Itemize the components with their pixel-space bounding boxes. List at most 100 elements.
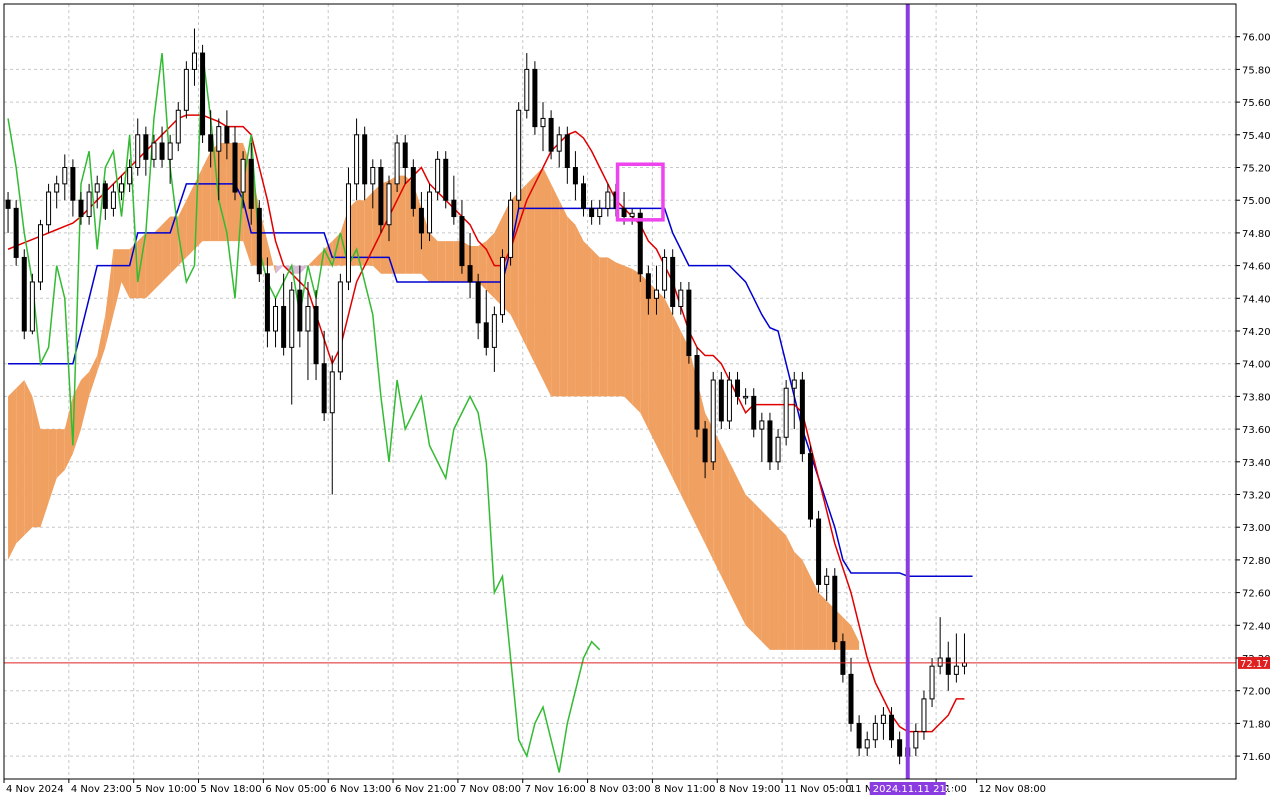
candle[interactable] xyxy=(200,44,206,143)
candle-body-bull xyxy=(872,722,878,741)
candle-body-bear xyxy=(483,322,489,348)
candle-body-bear xyxy=(13,207,19,258)
candle-body-bull xyxy=(175,109,181,144)
candle[interactable] xyxy=(726,371,732,430)
candle-body-bull xyxy=(540,117,546,128)
candle[interactable] xyxy=(508,192,514,266)
x-tick-label: 8 Nov 19:00 xyxy=(719,784,780,795)
candle-body-bull xyxy=(337,281,343,373)
candle[interactable] xyxy=(427,183,433,242)
candle[interactable] xyxy=(686,281,692,364)
y-tick-label: 74.00 xyxy=(1242,360,1271,371)
candle[interactable] xyxy=(394,134,400,193)
candle[interactable] xyxy=(378,159,384,233)
candle-body-bull xyxy=(94,183,100,193)
candle[interactable] xyxy=(799,371,805,462)
candle-body-bull xyxy=(775,436,781,463)
cloud-segment-bull xyxy=(153,224,163,291)
current-price-label: 72.17 xyxy=(1240,659,1269,670)
candle-body-bear xyxy=(281,305,287,348)
candle-body-bear xyxy=(297,289,303,332)
candle[interactable] xyxy=(832,568,838,650)
y-tick-label: 72.60 xyxy=(1242,589,1271,600)
candle-body-bear xyxy=(767,420,773,463)
y-tick-label: 71.80 xyxy=(1242,719,1271,730)
cloud-segment-bull xyxy=(624,265,633,405)
candle-body-bull xyxy=(629,212,635,218)
candle[interactable] xyxy=(183,61,189,119)
candle-body-bear xyxy=(143,134,149,160)
candle-body-bull xyxy=(29,281,35,332)
candle-body-bull xyxy=(167,142,173,160)
candle-body-bear xyxy=(816,518,822,585)
candle-body-bear xyxy=(807,453,813,520)
candle-body-bull xyxy=(54,183,60,193)
candle-body-bear xyxy=(735,379,741,397)
y-tick-label: 73.20 xyxy=(1242,491,1271,502)
candle-body-bull xyxy=(516,109,522,201)
x-tick-label: 4 Nov 23:00 xyxy=(71,784,132,795)
candle-body-bull xyxy=(427,191,433,234)
x-tick-label: 6 Nov 13:00 xyxy=(330,784,391,795)
candle[interactable] xyxy=(532,61,538,135)
x-tick-label: 4 Nov 2024 xyxy=(6,784,64,795)
candle-body-bull xyxy=(508,199,514,258)
y-tick-label: 74.20 xyxy=(1242,327,1271,338)
candle-body-bear xyxy=(224,126,230,144)
cloud-segment-bull xyxy=(753,502,762,642)
candle[interactable] xyxy=(694,347,700,438)
candle[interactable] xyxy=(670,249,676,315)
candle-body-bull xyxy=(864,739,870,749)
candle-body-bear xyxy=(621,207,627,218)
cloud-segment-bull xyxy=(729,461,738,609)
candle-body-bull xyxy=(743,395,749,399)
cloud-segment-bull xyxy=(745,494,754,634)
candle-body-bull xyxy=(556,134,562,152)
candle-body-bull xyxy=(491,314,497,348)
candle[interactable] xyxy=(710,371,716,470)
candle-body-bear xyxy=(848,673,854,724)
candle[interactable] xyxy=(783,380,789,446)
x-tick-label: 7 Nov 16:00 xyxy=(525,784,586,795)
candle[interactable] xyxy=(443,151,449,209)
cloud-segment-bull xyxy=(534,167,543,381)
candle[interactable] xyxy=(337,273,343,381)
candle-body-bear xyxy=(840,641,846,675)
cloud-segment-bull xyxy=(429,232,438,282)
candle-body-bear xyxy=(475,281,481,324)
candle[interactable] xyxy=(410,159,416,217)
cloud-segment-bull xyxy=(615,262,625,397)
candle[interactable] xyxy=(499,249,505,323)
cloud-segment-bull xyxy=(364,192,373,266)
candle[interactable] xyxy=(256,200,262,282)
candle[interactable] xyxy=(345,167,351,291)
chart-container[interactable]: 71.6071.8072.0072.2072.4072.6072.8073.00… xyxy=(0,0,1280,800)
candle-body-bear xyxy=(200,52,206,136)
candle[interactable] xyxy=(807,445,813,528)
price-chart[interactable]: 71.6071.8072.0072.2072.4072.6072.8073.00… xyxy=(0,0,1280,800)
candle-body-bear xyxy=(564,134,570,169)
candle[interactable] xyxy=(13,200,19,266)
candle-body-bear xyxy=(256,207,262,275)
y-tick-label: 76.00 xyxy=(1242,33,1271,44)
candle[interactable] xyxy=(816,510,822,593)
candle[interactable] xyxy=(29,273,35,335)
candle-body-bull xyxy=(499,256,505,316)
cloud-segment-bull xyxy=(567,216,576,397)
candle-body-bear xyxy=(78,199,84,218)
candle[interactable] xyxy=(37,219,43,291)
candle[interactable] xyxy=(516,102,522,209)
candle[interactable] xyxy=(767,412,773,470)
candle[interactable] xyxy=(21,249,27,340)
candle-body-bear xyxy=(402,142,408,169)
candle-body-bull xyxy=(183,68,189,111)
cloud-segment-bull xyxy=(664,298,673,479)
candle-body-bull xyxy=(653,289,659,299)
candle-body-bull xyxy=(135,134,141,169)
candle-body-bear xyxy=(459,216,465,267)
y-tick-label: 73.60 xyxy=(1242,425,1271,436)
candle-body-bull xyxy=(354,134,360,185)
cloud-segment-bull xyxy=(632,268,641,413)
y-tick-label: 71.60 xyxy=(1242,752,1271,763)
candle[interactable] xyxy=(718,371,724,430)
